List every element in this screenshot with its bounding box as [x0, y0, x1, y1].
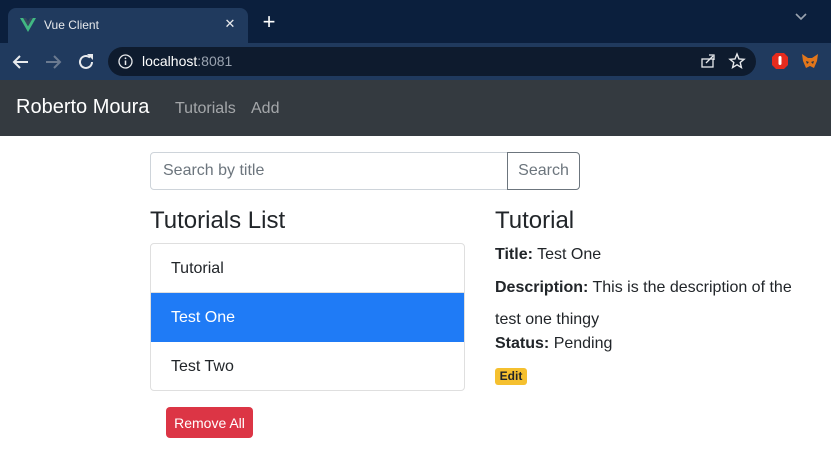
title-label: Title: — [495, 246, 533, 263]
adblock-extension-icon[interactable] — [771, 52, 789, 70]
search-button[interactable]: Search — [507, 152, 580, 190]
title-field: Title: Test One — [495, 246, 601, 264]
url-host: localhost — [142, 53, 198, 69]
vue-logo-icon — [20, 18, 36, 32]
brand-link[interactable]: Roberto Moura — [16, 96, 149, 119]
url-port: :8081 — [197, 53, 233, 69]
url-text: localhost:8081 — [142, 53, 232, 69]
browser-tab[interactable]: Vue Client ✕ — [8, 8, 248, 43]
remove-all-button[interactable]: Remove All — [166, 407, 253, 438]
navbar: Roberto Moura Tutorials Add — [0, 80, 831, 136]
status-value: Pending — [553, 335, 613, 352]
description-field: Description: This is the description of … — [495, 272, 805, 336]
list-item[interactable]: Test Two — [151, 342, 464, 390]
title-value: Test One — [537, 246, 602, 263]
address-bar[interactable]: localhost:8081 — [108, 47, 756, 76]
tab-title: Vue Client — [44, 18, 99, 32]
bookmark-star-icon[interactable] — [728, 52, 746, 70]
nav-link-add[interactable]: Add — [251, 100, 279, 118]
close-tab-icon[interactable]: ✕ — [220, 14, 240, 34]
status-label: Status: — [495, 335, 550, 352]
chevron-down-icon[interactable] — [793, 8, 809, 24]
status-field: Status: Pending — [495, 335, 612, 353]
tutorials-list: Tutorial Test One Test Two — [150, 243, 465, 391]
list-title: Tutorials List — [150, 207, 286, 234]
browser-toolbar: localhost:8081 — [0, 43, 831, 80]
list-item[interactable]: Tutorial — [151, 244, 464, 293]
search-input[interactable] — [150, 152, 508, 190]
metamask-fox-icon[interactable] — [801, 52, 819, 70]
edit-badge[interactable]: Edit — [495, 368, 527, 385]
browser-tabstrip: Vue Client ✕ + — [0, 0, 831, 43]
list-item-active[interactable]: Test One — [151, 293, 464, 342]
nav-link-tutorials[interactable]: Tutorials — [175, 100, 236, 118]
reload-icon[interactable] — [75, 51, 97, 73]
info-icon[interactable] — [118, 54, 133, 69]
new-tab-button[interactable]: + — [258, 11, 280, 34]
share-icon[interactable] — [700, 53, 716, 69]
detail-title: Tutorial — [495, 207, 575, 234]
description-label: Description: — [495, 279, 589, 296]
forward-arrow-icon[interactable] — [42, 51, 64, 73]
back-arrow-icon[interactable] — [10, 51, 32, 73]
